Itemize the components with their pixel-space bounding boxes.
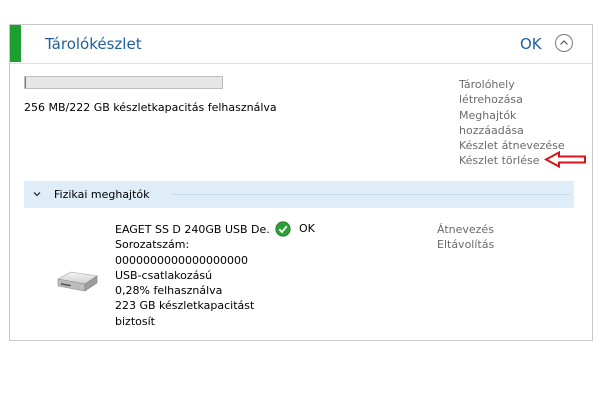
- panel-header[interactable]: Tárolókészlet OK: [10, 25, 592, 64]
- create-space-link-line2[interactable]: létrehozása: [459, 92, 565, 107]
- section-title: Fizikai meghajtók: [54, 188, 150, 201]
- drive-usage: 0,28% felhasználva: [115, 284, 223, 298]
- drive-actions: Átnevezés Eltávolítás: [437, 222, 494, 253]
- red-arrow-annotation: [544, 151, 586, 168]
- rename-drive-link[interactable]: Átnevezés: [437, 222, 494, 237]
- panel-title: Tárolókészlet: [45, 35, 142, 53]
- status-accent-bar: [10, 25, 21, 62]
- ok-check-icon: [275, 221, 291, 237]
- remove-drive-link[interactable]: Eltávolítás: [437, 237, 494, 252]
- add-drives-link-line1[interactable]: Meghajtók: [459, 108, 565, 123]
- pool-status: OK: [520, 35, 542, 53]
- drive-name: EAGET SS D 240GB USB De...: [115, 223, 270, 236]
- section-divider: [172, 194, 570, 195]
- capacity-summary: 256 MB/222 GB készletkapacitás felhaszná…: [24, 101, 277, 114]
- drive-details: EAGET SS D 240GB USB De... Sorozatszám: …: [115, 222, 270, 329]
- storage-pool-panel: Tárolókészlet OK 256 MB/222 GB készletka…: [9, 24, 593, 341]
- drive-serial: 0000000000000000000: [115, 253, 248, 267]
- drive-status: OK: [299, 222, 315, 235]
- usb-drive-icon: [57, 271, 98, 292]
- create-space-link-line1[interactable]: Tárolóhely: [459, 77, 565, 92]
- capacity-bar: [24, 76, 223, 89]
- chevron-down-icon: [33, 192, 41, 197]
- drive-serial-label: Sorozatszám:: [115, 238, 190, 252]
- collapse-button[interactable]: [555, 34, 573, 52]
- drive-provides-line2: biztosít: [115, 314, 155, 328]
- drive-connection: USB-csatlakozású: [115, 268, 213, 282]
- drive-provides-line1: 223 GB készletkapacitást: [115, 299, 255, 313]
- add-drives-link-line2[interactable]: hozzáadása: [459, 123, 565, 138]
- chevron-up-icon: [560, 40, 568, 45]
- physical-drives-section-header[interactable]: Fizikai meghajtók: [24, 181, 574, 208]
